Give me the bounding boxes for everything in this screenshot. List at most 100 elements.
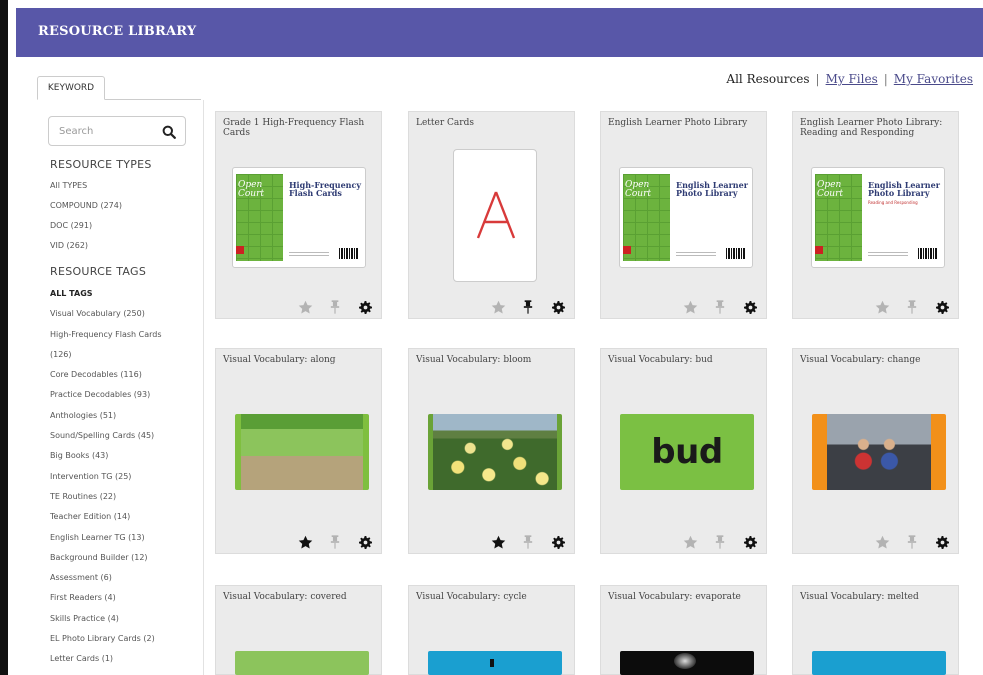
card-actions xyxy=(860,300,950,314)
resource-card[interactable]: Visual Vocabulary: change xyxy=(792,348,959,554)
all-resources-link[interactable]: All Resources xyxy=(726,72,809,86)
card-title: Visual Vocabulary: change xyxy=(800,355,921,365)
card-actions xyxy=(476,300,566,314)
open-court-logo: Open Court xyxy=(625,180,652,199)
star-icon[interactable] xyxy=(874,535,890,549)
gear-icon[interactable] xyxy=(550,300,566,314)
pin-icon[interactable] xyxy=(904,535,920,549)
resource-tags-heading: RESOURCE TAGS xyxy=(50,265,147,278)
resource-card[interactable]: Visual Vocabulary: bloom xyxy=(408,348,575,554)
card-title: Visual Vocabulary: covered xyxy=(223,592,347,602)
resource-card[interactable]: Visual Vocabulary: along xyxy=(215,348,382,554)
app-window: RESOURCE LIBRARY KEYWORD All Resources | M… xyxy=(0,0,983,675)
photo-thumbnail xyxy=(428,414,562,490)
card-actions xyxy=(668,300,758,314)
resource-tag-item[interactable]: Anthologies (51) xyxy=(50,406,200,426)
resource-card[interactable]: Visual Vocabulary: cycle xyxy=(408,585,575,675)
star-icon[interactable] xyxy=(490,300,506,314)
card-title: Visual Vocabulary: cycle xyxy=(416,592,527,602)
resource-tag-item[interactable]: Practice Decodables (93) xyxy=(50,385,200,405)
card-actions xyxy=(860,535,950,549)
resource-card[interactable]: Grade 1 High-Frequency Flash Cards Open C… xyxy=(215,111,382,319)
book-cover-thumbnail: Open Court High-Frequency Flash Cards xyxy=(232,167,366,268)
word-tile-text: bud xyxy=(651,432,723,472)
link-separator: | xyxy=(883,72,888,86)
gear-icon[interactable] xyxy=(742,300,758,314)
search-input[interactable] xyxy=(49,117,159,145)
resource-tag-item[interactable]: (126) xyxy=(50,345,200,365)
pin-icon[interactable] xyxy=(520,535,536,549)
star-icon[interactable] xyxy=(682,535,698,549)
star-icon[interactable] xyxy=(874,300,890,314)
barcode xyxy=(918,248,938,259)
resource-card[interactable]: Letter Cards xyxy=(408,111,575,319)
card-title: English Learner Photo Library: Reading a… xyxy=(800,118,943,138)
photo-thumbnail xyxy=(428,651,562,675)
resource-card[interactable]: English Learner Photo Library: Reading a… xyxy=(792,111,959,319)
resource-tag-item[interactable]: Assessment (6) xyxy=(50,568,200,588)
open-court-logo: Open Court xyxy=(817,180,844,199)
library-filter-links: All Resources | My Files | My Favorites xyxy=(726,72,973,86)
book-cover-thumbnail: Open Court English Learner Photo Library xyxy=(619,167,753,268)
card-actions xyxy=(668,535,758,549)
resource-card[interactable]: English Learner Photo Library Open Court … xyxy=(600,111,767,319)
resource-tag-item[interactable]: Sound/Spelling Cards (45) xyxy=(50,426,200,446)
word-tile-thumbnail: bud xyxy=(620,414,754,490)
resource-tag-item[interactable]: First Readers (4) xyxy=(50,588,200,608)
gear-icon[interactable] xyxy=(550,535,566,549)
pin-icon[interactable] xyxy=(520,300,536,314)
pin-icon[interactable] xyxy=(712,300,728,314)
gear-icon[interactable] xyxy=(934,535,950,549)
pin-icon[interactable] xyxy=(327,535,343,549)
resource-type-item[interactable]: VID (262) xyxy=(50,236,200,256)
barcode xyxy=(339,248,359,259)
search-icon[interactable] xyxy=(162,125,176,139)
star-icon[interactable] xyxy=(297,535,313,549)
resource-tag-item[interactable]: Core Decodables (116) xyxy=(50,365,200,385)
card-title: Visual Vocabulary: bud xyxy=(608,355,713,365)
resource-type-item[interactable]: DOC (291) xyxy=(50,216,200,236)
my-files-link[interactable]: My Files xyxy=(826,72,878,86)
resource-tag-item[interactable]: Intervention TG (25) xyxy=(50,467,200,487)
resource-tag-item[interactable]: Visual Vocabulary (250) xyxy=(50,304,200,324)
cover-fine-print xyxy=(289,252,329,258)
resource-tag-item[interactable]: Skills Practice (4) xyxy=(50,609,200,629)
resource-tag-item[interactable]: Letter Cards (1) xyxy=(50,649,200,669)
barcode xyxy=(726,248,746,259)
card-title: Visual Vocabulary: along xyxy=(223,355,336,365)
open-court-logo: Open Court xyxy=(238,180,265,199)
tab-keyword[interactable]: KEYWORD xyxy=(37,76,105,100)
resource-tag-item[interactable]: High-Frequency Flash Cards xyxy=(50,325,200,345)
gear-icon[interactable] xyxy=(934,300,950,314)
resource-types-list: All TYPES COMPOUND (274) DOC (291) VID (… xyxy=(50,176,200,256)
resource-tag-item[interactable]: Big Books (43) xyxy=(50,446,200,466)
star-icon[interactable] xyxy=(297,300,313,314)
gear-icon[interactable] xyxy=(357,300,373,314)
resource-tag-item[interactable]: EL Photo Library Cards (2) xyxy=(50,629,200,649)
gear-icon[interactable] xyxy=(742,535,758,549)
pin-icon[interactable] xyxy=(904,300,920,314)
resource-tag-item[interactable]: ALL TAGS xyxy=(50,284,200,304)
resource-card[interactable]: Visual Vocabulary: melted xyxy=(792,585,959,675)
resource-type-item[interactable]: COMPOUND (274) xyxy=(50,196,200,216)
cover-title: High-Frequency Flash Cards xyxy=(289,180,362,198)
star-icon[interactable] xyxy=(490,535,506,549)
pin-icon[interactable] xyxy=(712,535,728,549)
resource-card[interactable]: Visual Vocabulary: covered xyxy=(215,585,382,675)
pin-icon[interactable] xyxy=(327,300,343,314)
page-title: RESOURCE LIBRARY xyxy=(38,24,197,39)
card-actions xyxy=(283,300,373,314)
resource-type-item[interactable]: All TYPES xyxy=(50,176,200,196)
resource-card[interactable]: Visual Vocabulary: bud bud xyxy=(600,348,767,554)
resource-tag-item[interactable]: Background Builder (12) xyxy=(50,548,200,568)
resource-card[interactable]: Visual Vocabulary: evaporate xyxy=(600,585,767,675)
star-icon[interactable] xyxy=(682,300,698,314)
gear-icon[interactable] xyxy=(357,535,373,549)
card-title: Grade 1 High-Frequency Flash Cards xyxy=(223,118,365,138)
card-title: Letter Cards xyxy=(416,118,474,128)
my-favorites-link[interactable]: My Favorites xyxy=(894,72,973,86)
resource-tag-item[interactable]: TE Routines (22) xyxy=(50,487,200,507)
letter-a-glyph xyxy=(476,191,516,239)
resource-tag-item[interactable]: English Learner TG (13) xyxy=(50,528,200,548)
resource-tag-item[interactable]: Teacher Edition (14) xyxy=(50,507,200,527)
